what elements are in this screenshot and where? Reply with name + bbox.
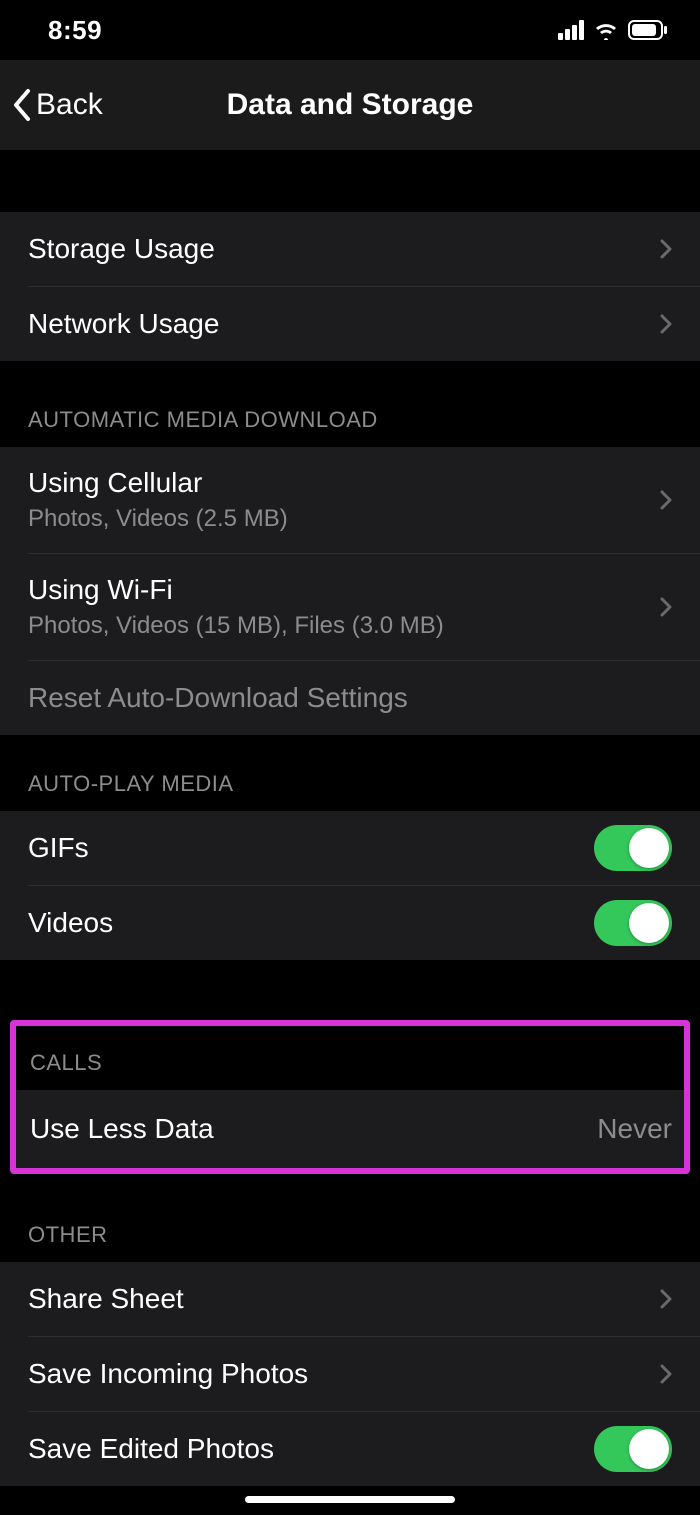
- using-cellular-sub: Photos, Videos (2.5 MB): [28, 505, 650, 533]
- using-cellular-row[interactable]: Using Cellular Photos, Videos (2.5 MB): [0, 447, 700, 553]
- back-label: Back: [36, 88, 103, 122]
- gifs-row: GIFs: [0, 811, 700, 885]
- status-time: 8:59: [48, 15, 102, 46]
- videos-row: Videos: [0, 886, 700, 960]
- spacer: [0, 960, 700, 1020]
- home-indicator[interactable]: [245, 1496, 455, 1503]
- save-edited-toggle[interactable]: [594, 1426, 672, 1472]
- autoplay-header: AUTO-PLAY MEDIA: [0, 735, 700, 811]
- status-bar: 8:59: [0, 0, 700, 60]
- back-button[interactable]: Back: [0, 87, 103, 123]
- reset-auto-download-row[interactable]: Reset Auto-Download Settings: [0, 661, 700, 735]
- chevron-right-icon: [660, 597, 672, 617]
- auto-download-header: AUTOMATIC MEDIA DOWNLOAD: [0, 361, 700, 447]
- chevron-right-icon: [660, 1364, 672, 1384]
- videos-label: Videos: [28, 907, 594, 939]
- network-usage-row[interactable]: Network Usage: [0, 287, 700, 361]
- using-wifi-sub: Photos, Videos (15 MB), Files (3.0 MB): [28, 612, 650, 640]
- using-wifi-row[interactable]: Using Wi-Fi Photos, Videos (15 MB), File…: [0, 554, 700, 660]
- battery-icon: [628, 20, 668, 40]
- calls-highlight: CALLS Use Less Data Never: [10, 1020, 690, 1174]
- save-incoming-label: Save Incoming Photos: [28, 1358, 650, 1390]
- spacer: [0, 150, 700, 212]
- save-incoming-row[interactable]: Save Incoming Photos: [0, 1337, 700, 1411]
- page-title: Data and Storage: [0, 88, 700, 122]
- chevron-right-icon: [660, 1289, 672, 1309]
- save-edited-label: Save Edited Photos: [28, 1433, 594, 1465]
- cellular-icon: [558, 20, 584, 40]
- other-header: OTHER: [0, 1174, 700, 1262]
- chevron-right-icon: [660, 239, 672, 259]
- gifs-toggle[interactable]: [594, 825, 672, 871]
- wifi-icon: [592, 20, 620, 40]
- usage-section: Storage Usage Network Usage: [0, 212, 700, 361]
- using-wifi-label: Using Wi-Fi: [28, 574, 650, 606]
- nav-bar: Back Data and Storage: [0, 60, 700, 150]
- chevron-right-icon: [660, 490, 672, 510]
- autoplay-section: GIFs Videos: [0, 811, 700, 960]
- chevron-left-icon: [10, 87, 32, 123]
- reset-auto-download-label: Reset Auto-Download Settings: [28, 682, 672, 714]
- calls-header: CALLS: [16, 1026, 684, 1090]
- share-sheet-row[interactable]: Share Sheet: [0, 1262, 700, 1336]
- other-section: Share Sheet Save Incoming Photos Save Ed…: [0, 1262, 700, 1486]
- using-cellular-label: Using Cellular: [28, 467, 650, 499]
- save-edited-row: Save Edited Photos: [0, 1412, 700, 1486]
- storage-usage-row[interactable]: Storage Usage: [0, 212, 700, 286]
- videos-toggle[interactable]: [594, 900, 672, 946]
- share-sheet-label: Share Sheet: [28, 1283, 650, 1315]
- use-less-data-label: Use Less Data: [30, 1113, 597, 1145]
- chevron-right-icon: [660, 314, 672, 334]
- use-less-data-value: Never: [597, 1113, 672, 1145]
- use-less-data-row[interactable]: Use Less Data Never: [16, 1090, 684, 1168]
- auto-download-section: Using Cellular Photos, Videos (2.5 MB) U…: [0, 447, 700, 735]
- gifs-label: GIFs: [28, 832, 594, 864]
- storage-usage-label: Storage Usage: [28, 233, 650, 265]
- network-usage-label: Network Usage: [28, 308, 650, 340]
- status-indicators: [558, 20, 668, 40]
